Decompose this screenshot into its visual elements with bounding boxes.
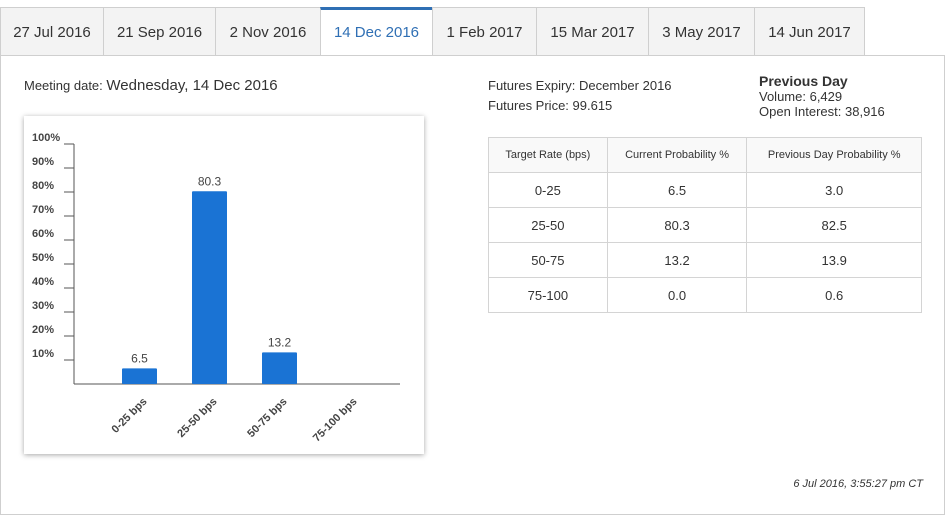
header-current-probability: Current Probability % [606, 137, 748, 173]
bar [122, 368, 157, 384]
cell-current-probability: 0.0 [606, 277, 748, 313]
y-tick-label: 30% [32, 300, 54, 312]
cell-previous-day-probability: 82.5 [746, 207, 922, 243]
meeting-date: Meeting date: Wednesday, 14 Dec 2016 [24, 77, 278, 94]
bar [262, 352, 297, 384]
cell-current-probability: 80.3 [606, 207, 748, 243]
cell-target-rate: 0-25 [488, 172, 608, 208]
y-tick-label: 70% [32, 204, 54, 216]
x-category-label: 0-25 bps [110, 396, 150, 436]
tab-3-may-2017[interactable]: 3 May 2017 [648, 7, 755, 56]
meeting-date-value: Wednesday, 14 Dec 2016 [106, 77, 278, 94]
table-row: 50-75 13.2 13.9 [488, 242, 922, 278]
meeting-date-tabs: 27 Jul 2016 21 Sep 2016 2 Nov 2016 14 De… [0, 7, 950, 56]
cell-previous-day-probability: 0.6 [746, 277, 922, 313]
tab-14-jun-2017[interactable]: 14 Jun 2017 [754, 7, 865, 56]
y-tick-label: 80% [32, 180, 54, 192]
futures-info: Futures Expiry: December 2016 Futures Pr… [488, 76, 672, 116]
cell-target-rate: 50-75 [488, 242, 608, 278]
x-category-label: 25-50 bps [175, 396, 219, 440]
probability-chart: 10% 20% 30% 40% 50% 60% 70% 80% 90% 100% 6.5 0-25 b… [24, 116, 424, 454]
cell-previous-day-probability: 13.9 [746, 242, 922, 278]
cell-target-rate: 75-100 [488, 277, 608, 313]
x-category-label: 50-75 bps [245, 396, 289, 440]
tab-1-feb-2017[interactable]: 1 Feb 2017 [432, 7, 537, 56]
bar [192, 191, 227, 384]
y-tick-label: 90% [32, 156, 54, 168]
x-category-label: 75-100 bps [311, 396, 360, 445]
tab-27-jul-2016[interactable]: 27 Jul 2016 [0, 7, 104, 56]
tab-14-dec-2016[interactable]: 14 Dec 2016 [320, 7, 433, 56]
cell-current-probability: 13.2 [606, 242, 748, 278]
cell-previous-day-probability: 3.0 [746, 172, 922, 208]
y-tick-label: 10% [32, 348, 54, 360]
tab-21-sep-2016[interactable]: 21 Sep 2016 [103, 7, 216, 56]
probability-table: Target Rate (bps) Current Probability % … [488, 137, 922, 313]
table-header-row: Target Rate (bps) Current Probability % … [488, 137, 922, 173]
futures-expiry: Futures Expiry: December 2016 [488, 78, 672, 93]
previous-day-open-interest: Open Interest: 38,916 [759, 104, 885, 119]
meeting-date-label: Meeting date: [24, 78, 103, 93]
bar-data-label: 6.5 [131, 351, 148, 365]
bar-data-label: 80.3 [198, 174, 222, 188]
tab-2-nov-2016[interactable]: 2 Nov 2016 [215, 7, 321, 56]
y-tick-label: 50% [32, 252, 54, 264]
previous-day-title: Previous Day [759, 73, 848, 89]
probability-chart-svg: 10% 20% 30% 40% 50% 60% 70% 80% 90% 100% 6.5 0-25 b… [32, 132, 400, 445]
y-tick-label: 100% [32, 132, 60, 144]
y-tick-label: 20% [32, 324, 54, 336]
timestamp: 6 Jul 2016, 3:55:27 pm CT [793, 478, 923, 490]
header-previous-day-probability: Previous Day Probability % [746, 137, 922, 173]
table-row: 25-50 80.3 82.5 [488, 207, 922, 243]
futures-price: Futures Price: 99.615 [488, 98, 613, 113]
y-tick-label: 60% [32, 228, 54, 240]
header-target-rate: Target Rate (bps) [488, 137, 608, 173]
tab-15-mar-2017[interactable]: 15 Mar 2017 [536, 7, 649, 56]
y-tick-label: 40% [32, 276, 54, 288]
cell-current-probability: 6.5 [606, 172, 748, 208]
cell-target-rate: 25-50 [488, 207, 608, 243]
table-row: 75-100 0.0 0.6 [488, 277, 922, 313]
bar-data-label: 13.2 [268, 335, 292, 349]
table-row: 0-25 6.5 3.0 [488, 172, 922, 208]
previous-day-info: Previous Day Volume: 6,429 Open Interest… [759, 73, 885, 120]
previous-day-volume: Volume: 6,429 [759, 89, 843, 104]
